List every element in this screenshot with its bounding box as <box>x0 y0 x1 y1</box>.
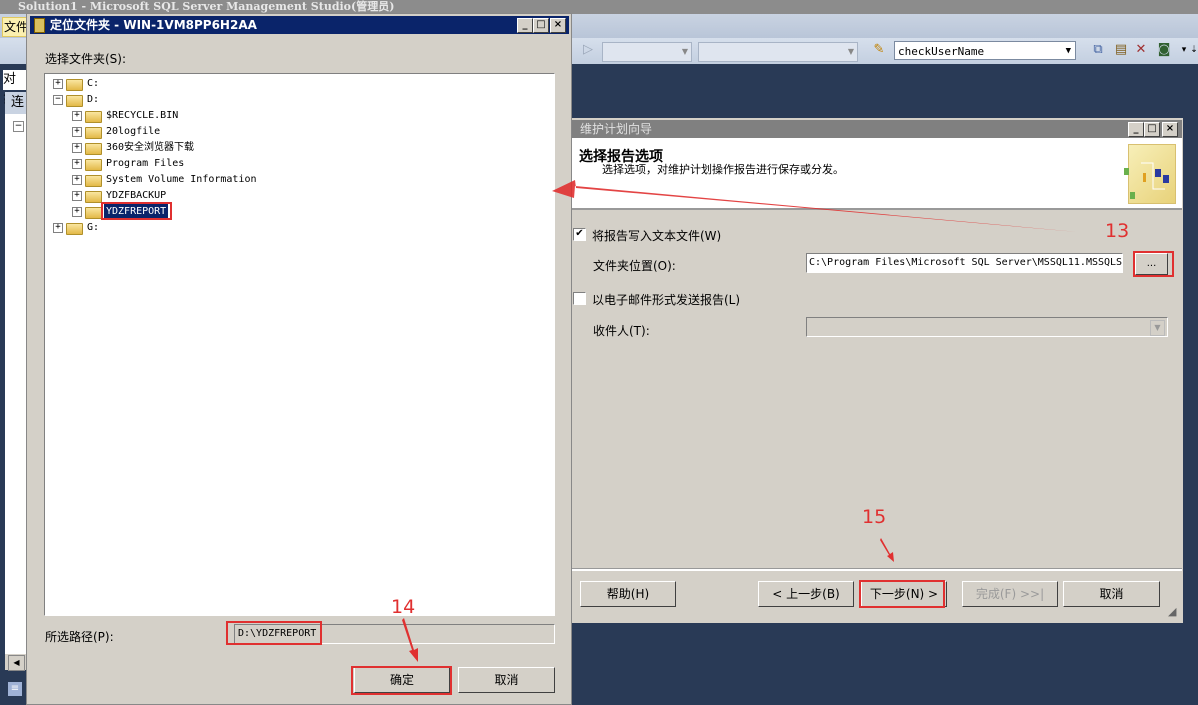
arrow-to-folder-dialog <box>552 180 1078 232</box>
highlight-ok <box>351 666 452 695</box>
arrow-to-next-button <box>880 538 894 562</box>
highlight-path <box>226 621 322 645</box>
arrow-to-ok-button <box>402 618 418 662</box>
annotation-overlay <box>402 180 1078 662</box>
step-14-label: 14 <box>391 596 416 618</box>
highlight-selected-folder <box>101 202 172 220</box>
highlight-browse <box>1133 251 1174 277</box>
highlight-next <box>859 580 945 608</box>
step-15-label: 15 <box>862 506 887 528</box>
step-13-label: 13 <box>1105 220 1130 242</box>
